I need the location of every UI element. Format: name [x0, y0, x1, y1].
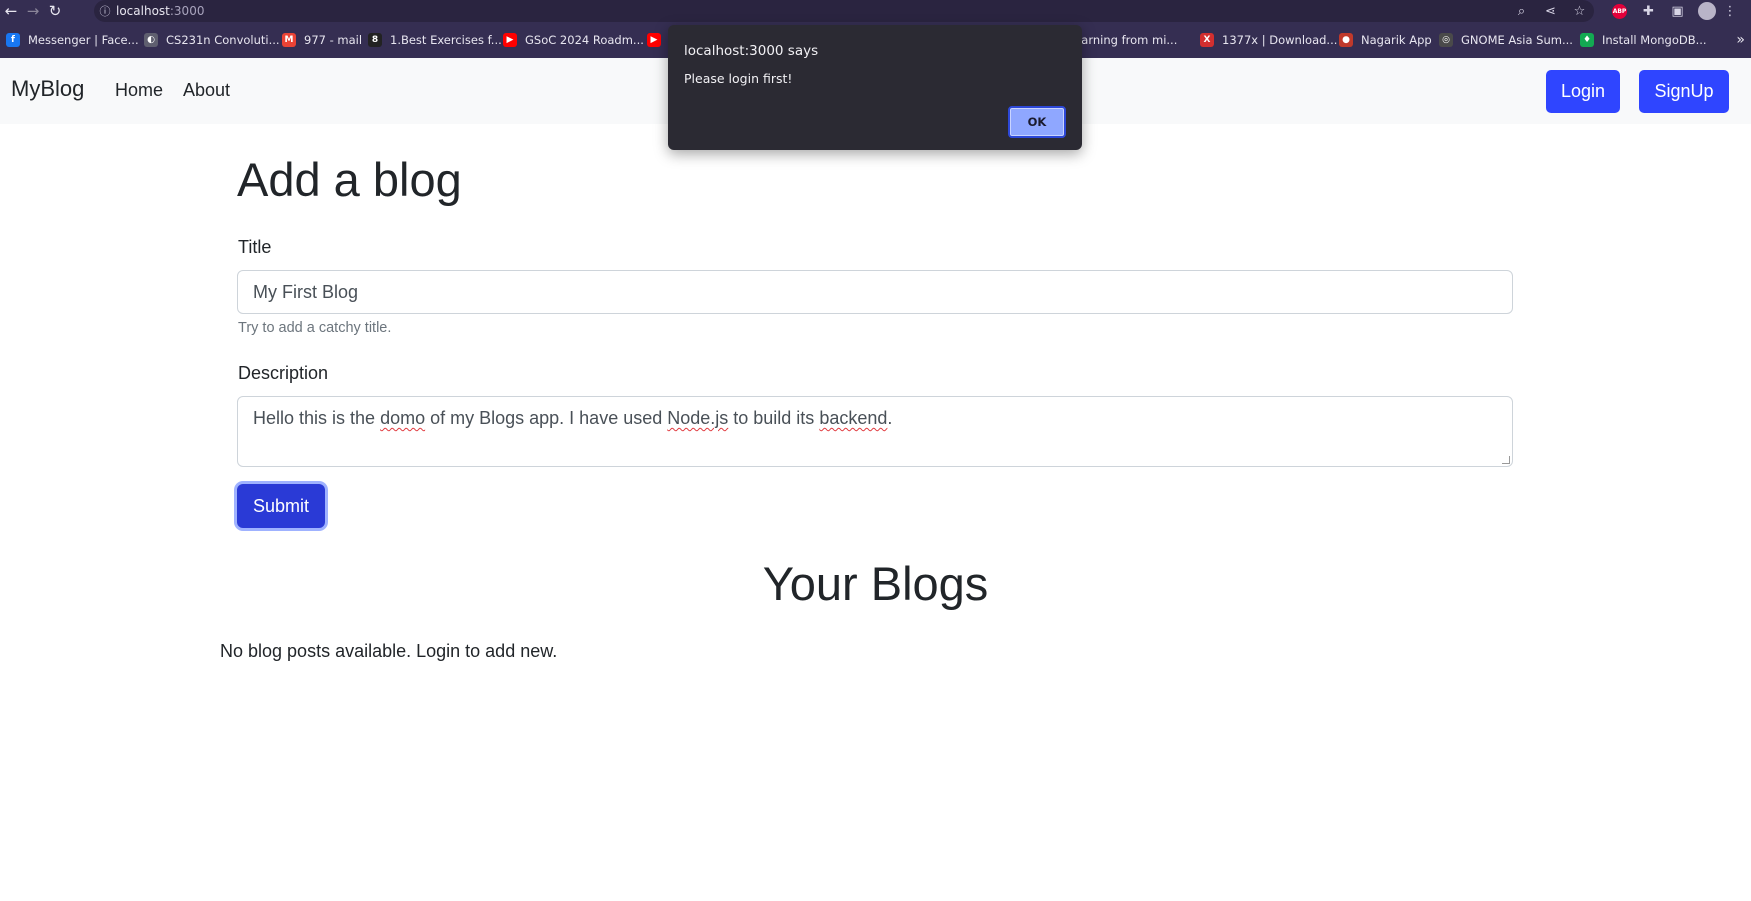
bookmark-item[interactable]: ● Nagarik App [1337, 27, 1438, 53]
bookmark-favicon-icon: ▶ [503, 33, 517, 47]
bookmark-favicon-icon: ● [1339, 33, 1353, 47]
site-info-icon[interactable]: ⓘ [94, 3, 116, 19]
bookmark-item[interactable]: 8 1.Best Exercises f... [366, 27, 508, 53]
desc-misspelled-word: Node.js [667, 408, 729, 428]
bookmark-favicon-icon: ◐ [144, 33, 158, 47]
your-blogs-heading: Your Blogs [762, 557, 989, 610]
description-label: Description [238, 363, 329, 383]
title-input-value: My First Blog [253, 281, 359, 302]
dialog-message: Please login first! [684, 71, 793, 86]
nav-link-home[interactable]: Home [115, 80, 163, 101]
bookmark-item[interactable]: f Messenger | Face... [4, 27, 145, 53]
description-value: Hello this is the domo of my Blogs app. … [253, 408, 892, 429]
resize-handle-icon[interactable] [1502, 456, 1510, 464]
bookmark-item[interactable]: M 977 - mail [280, 27, 368, 53]
bookmark-label: Nagarik App [1361, 33, 1432, 47]
bookmark-label: 977 - mail [304, 33, 363, 47]
desc-text: . [887, 408, 893, 428]
title-help-text: Try to add a catchy title. [238, 320, 392, 336]
profile-avatar[interactable] [1692, 0, 1721, 22]
bookmark-favicon-icon: M [282, 33, 296, 47]
browser-menu-icon[interactable]: ⋮ [1721, 0, 1739, 22]
dialog-title: localhost:3000 says [684, 43, 819, 59]
title-label: Title [238, 237, 272, 257]
bookmark-label: GSoC 2024 Roadm... [525, 33, 644, 47]
url-port: :3000 [169, 4, 205, 18]
bookmark-item[interactable]: ♦ Install MongoDB... [1578, 27, 1713, 53]
bookmark-label: Learning from mi... [1068, 33, 1178, 47]
desc-text: of my Blogs app. I have used [425, 408, 668, 428]
bookmark-item[interactable]: ◐ CS231n Convoluti... [142, 27, 286, 53]
desc-text: Hello this is the [253, 408, 381, 428]
zoom-icon[interactable]: ⌕ [1507, 0, 1536, 22]
description-textarea[interactable]: Hello this is the domo of my Blogs app. … [237, 396, 1513, 467]
bookmark-label: 1.Best Exercises f... [390, 33, 502, 47]
bookmark-favicon-icon: 8 [368, 33, 382, 47]
bookmark-label: GNOME Asia Sum... [1461, 33, 1573, 47]
extensions-icon[interactable]: ✚ [1634, 0, 1663, 22]
bookmark-item[interactable]: ▶ GSoC 2024 Roadm... [501, 27, 650, 53]
browser-toolbar: ← → ↻ ⓘ localhost:3000 ⌕ ⋖ ☆ ABP ✚ ▣ ⋮ [0, 0, 1751, 22]
bookmark-favicon-icon: ◎ [1439, 33, 1453, 47]
desc-misspelled-word: domo [380, 408, 426, 428]
back-icon[interactable]: ← [0, 0, 22, 22]
bookmark-label: 1377x | Download... [1222, 33, 1338, 47]
bookmark-item[interactable]: ◎ GNOME Asia Sum... [1437, 27, 1579, 53]
desc-misspelled-word: backend [819, 408, 888, 428]
bookmark-label: Messenger | Face... [28, 33, 139, 47]
address-bar[interactable]: ⓘ localhost:3000 ⌕ ⋖ ☆ [94, 0, 1594, 22]
nav-link-about[interactable]: About [183, 80, 230, 101]
url-host: localhost [116, 4, 170, 18]
bookmark-favicon-icon: ▶ [647, 33, 661, 47]
bookmark-item[interactable]: Learning from mi... [1066, 27, 1183, 53]
login-button[interactable]: Login [1546, 70, 1620, 113]
side-panel-icon[interactable]: ▣ [1663, 0, 1692, 22]
bookmark-label: Install MongoDB... [1602, 33, 1707, 47]
page-title: Add a blog [237, 153, 462, 206]
bookmark-favicon-icon: X [1200, 33, 1214, 47]
alert-dialog: localhost:3000 says Please login first! … [668, 25, 1082, 150]
bookmark-favicon-icon: f [6, 33, 20, 47]
bookmark-favicon-icon: ♦ [1580, 33, 1594, 47]
brand-logo[interactable]: MyBlog [11, 76, 84, 102]
title-input[interactable]: My First Blog [237, 270, 1513, 314]
signup-button[interactable]: SignUp [1639, 70, 1729, 113]
forward-icon[interactable]: → [22, 0, 44, 22]
url-text: localhost:3000 [116, 4, 204, 18]
submit-button[interactable]: Submit [237, 484, 325, 528]
bookmark-star-icon[interactable]: ☆ [1565, 0, 1594, 22]
share-icon[interactable]: ⋖ [1536, 0, 1565, 22]
dialog-ok-button[interactable]: OK [1008, 106, 1066, 138]
empty-blogs-message: No blog posts available. Login to add ne… [220, 641, 558, 661]
adblock-icon[interactable]: ABP [1605, 0, 1634, 22]
desc-text: to build its [728, 408, 820, 428]
bookmark-label: CS231n Convoluti... [166, 33, 280, 47]
bookmark-item[interactable]: X 1377x | Download... [1198, 27, 1343, 53]
bookmarks-overflow-icon[interactable]: » [1736, 22, 1745, 58]
reload-icon[interactable]: ↻ [44, 0, 66, 22]
